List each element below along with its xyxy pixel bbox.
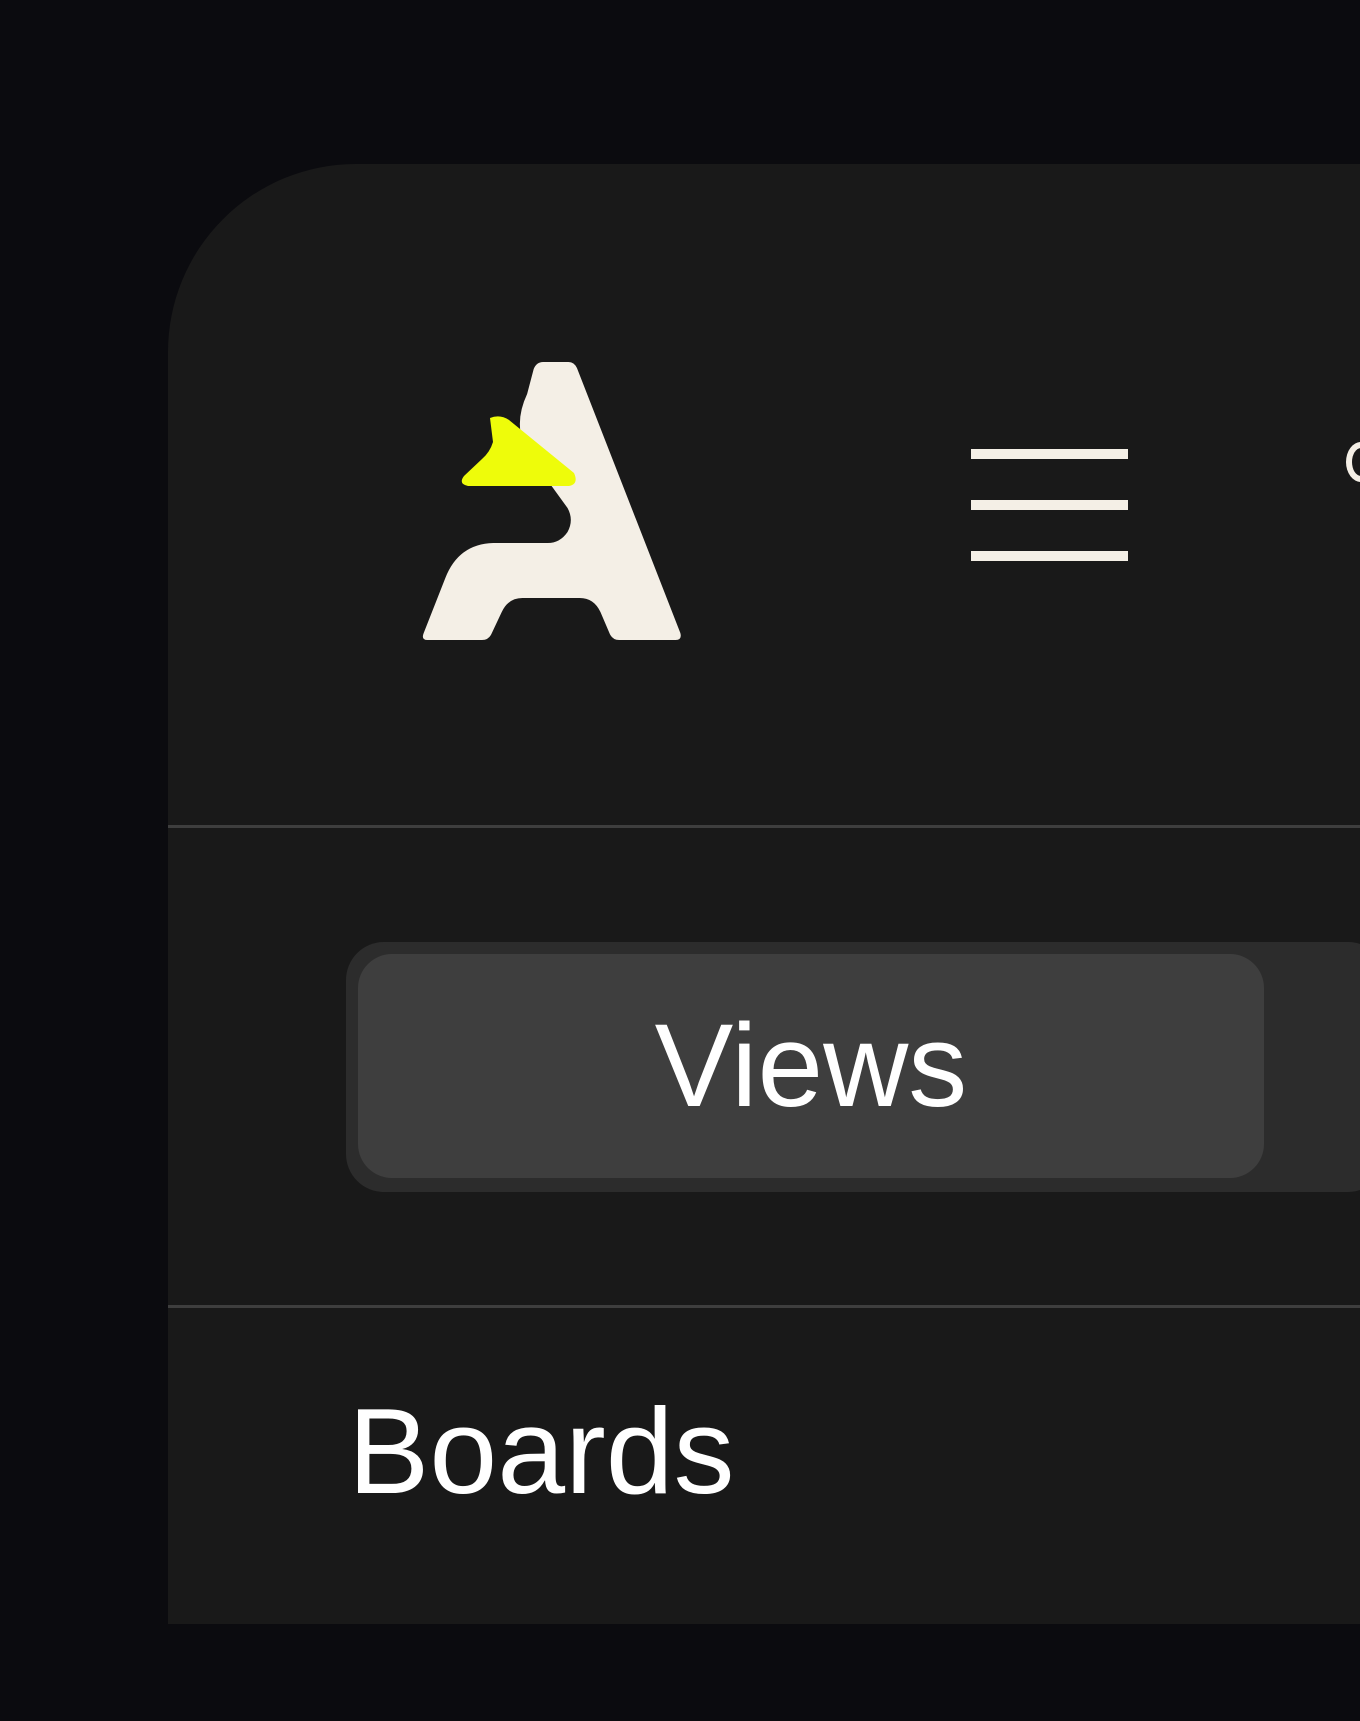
header-divider [168, 825, 1360, 828]
nav-item-boards[interactable]: Boards [348, 1390, 735, 1512]
menu-bar-top [971, 449, 1128, 459]
segment-views-label: Views [654, 1000, 968, 1132]
menu-bar-middle [971, 500, 1128, 510]
sidebar-panel: Views Boards [168, 164, 1360, 1624]
page: Views Boards [0, 0, 1360, 1721]
section-divider [168, 1305, 1360, 1308]
sidebar-header [168, 164, 1360, 826]
cropped-icon [1346, 442, 1360, 482]
segment-views[interactable]: Views [358, 954, 1264, 1178]
menu-bar-bottom [971, 551, 1128, 561]
logo-a-shape [422, 362, 681, 640]
view-switcher: Views [346, 942, 1360, 1192]
hamburger-menu-icon[interactable] [968, 448, 1128, 561]
a-logo-icon [422, 362, 681, 640]
